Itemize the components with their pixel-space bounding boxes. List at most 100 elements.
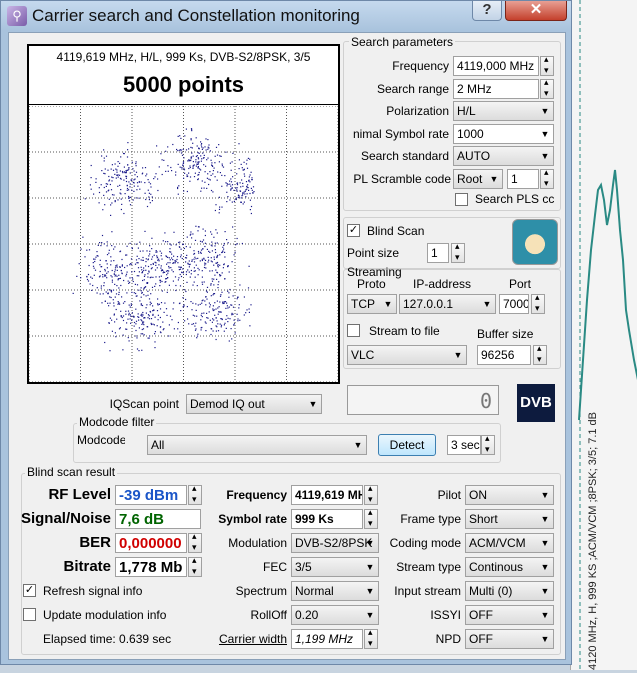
app-icon: ⚲	[7, 6, 27, 26]
input-stream-value: Multi (0)	[469, 584, 513, 598]
timeout-input[interactable]: 3 sec	[447, 435, 481, 455]
issyi-value: OFF	[469, 608, 493, 622]
fec-select[interactable]: 3/5 ▼	[291, 557, 379, 577]
port-input[interactable]: 7000	[499, 294, 529, 314]
background-status-text: 4120 MHz, H, 999 KS ;ACM/VCM ;8PSK; 3/5;…	[587, 411, 599, 670]
bitrate-spin[interactable]	[188, 555, 202, 577]
port-label: Port	[509, 277, 532, 291]
timeout-spin[interactable]	[481, 433, 495, 455]
points-count: 5000 points	[122, 72, 245, 97]
player-select[interactable]: VLC ▼	[347, 345, 467, 365]
port-spin[interactable]	[531, 292, 545, 314]
search-params-title: Search parameters	[349, 35, 456, 49]
frequency-spin[interactable]	[540, 54, 554, 76]
spectrum-value: Normal	[295, 584, 334, 598]
chevron-down-icon: ▼	[537, 125, 553, 143]
stream-type-value: Continous	[469, 560, 524, 574]
polarization-value: H/L	[457, 104, 476, 118]
bitrate-value: 1,778 Mb	[115, 557, 187, 577]
rf-level-label: RF Level	[48, 486, 111, 503]
update-modulation-checkbox[interactable]	[23, 608, 36, 621]
constellation-separator	[29, 104, 338, 105]
coding-mode-select[interactable]: ACM/VCM ▼	[465, 533, 554, 553]
modcode-filter-title: Modcode filter	[77, 415, 157, 429]
stream-to-file-label: Stream to file	[369, 324, 440, 338]
stream-to-file-checkbox[interactable]	[347, 324, 360, 337]
result-frequency-spin[interactable]	[364, 483, 378, 505]
title-bar[interactable]: ⚲ Carrier search and Constellation monit…	[1, 1, 571, 31]
refresh-signal-checkbox[interactable]: ✓	[23, 584, 36, 597]
frame-type-value: Short	[469, 512, 498, 526]
pl-code-input[interactable]: 1	[507, 169, 539, 189]
chevron-down-icon: ▼	[540, 634, 550, 644]
frequency-input[interactable]: 4119,000 MHz	[453, 56, 539, 76]
chevron-down-icon: ▼	[540, 106, 550, 116]
search-range-input[interactable]: 2 MHz	[453, 79, 539, 99]
chevron-down-icon: ▼	[482, 299, 492, 309]
carrier-width-spin[interactable]	[364, 627, 378, 649]
blind-scan-checkbox[interactable]: ✓	[347, 224, 360, 237]
coding-mode-value: ACM/VCM	[469, 536, 526, 550]
close-button[interactable]: ✕	[505, 1, 567, 21]
frequency-label: Frequency	[392, 59, 449, 73]
input-stream-select[interactable]: Multi (0) ▼	[465, 581, 554, 601]
constellation-points	[72, 128, 255, 352]
chevron-down-icon: ▼	[353, 440, 363, 450]
symbol-rate-result-spin[interactable]	[364, 507, 378, 529]
stream-type-select[interactable]: Continous ▼	[465, 557, 554, 577]
chevron-down-icon: ▼	[540, 538, 550, 548]
frame-type-select[interactable]: Short ▼	[465, 509, 554, 529]
iqscan-label: IQScan point	[109, 397, 179, 411]
constellation-display: 4119,619 MHz, H/L, 999 Ks, DVB-S2/8PSK, …	[27, 44, 340, 384]
modulation-value: DVB-S2/8PSK	[295, 536, 373, 550]
buffer-size-input[interactable]: 96256	[477, 345, 531, 365]
iqscan-value: Demod IQ out	[190, 397, 265, 411]
search-range-label: Search range	[376, 82, 449, 96]
pl-mode-select[interactable]: Root ▼	[453, 169, 503, 189]
chevron-down-icon: ▼	[489, 174, 499, 184]
issyi-select[interactable]: OFF ▼	[465, 605, 554, 625]
carrier-width-label: Carrier width	[218, 632, 287, 646]
detect-button[interactable]: Detect	[378, 434, 436, 456]
carrier-search-window: ⚲ Carrier search and Constellation monit…	[0, 0, 572, 665]
fec-value: 3/5	[295, 560, 312, 574]
dvb-logo: DVB	[517, 384, 555, 422]
stream-type-label: Stream type	[396, 560, 461, 574]
modulation-select[interactable]: DVB-S2/8PSK ▼	[291, 533, 379, 553]
iqscan-select[interactable]: Demod IQ out ▼	[186, 394, 322, 414]
ip-address-value: 127.0.0.1	[403, 297, 454, 311]
player-value: VLC	[351, 348, 375, 362]
chevron-down-icon: ▼	[540, 151, 550, 161]
ber-spin[interactable]	[188, 531, 202, 553]
chevron-down-icon: ▼	[540, 586, 550, 596]
pilot-select[interactable]: ON ▼	[465, 485, 554, 505]
proto-select[interactable]: TCP ▼	[347, 294, 397, 314]
search-pls-checkbox[interactable]	[455, 193, 468, 206]
search-standard-select[interactable]: AUTO ▼	[453, 146, 554, 166]
ber-value: 0,000000	[115, 533, 187, 553]
ip-address-select[interactable]: 127.0.0.1 ▼	[399, 294, 496, 314]
symbol-rate-select[interactable]: 1000 ▼	[453, 124, 554, 144]
search-range-spin[interactable]	[540, 77, 554, 99]
npd-select[interactable]: OFF ▼	[465, 629, 554, 649]
pl-code-spin[interactable]	[540, 167, 554, 189]
modcode-select[interactable]: All ▼	[147, 435, 367, 455]
rolloff-select[interactable]: 0.20 ▼	[291, 605, 379, 625]
symbol-rate-label: nimal Symbol rate	[352, 127, 449, 141]
rf-level-value: -39 dBm	[115, 485, 187, 505]
level-meter: 0	[347, 385, 499, 415]
rf-level-spin[interactable]	[188, 483, 202, 505]
chevron-down-icon: ▼	[540, 562, 550, 572]
symbol-rate-value: 1000	[457, 127, 484, 141]
coding-mode-label: Coding mode	[389, 536, 461, 550]
modulation-label: Modulation	[228, 536, 287, 550]
polarization-select[interactable]: H/L ▼	[453, 101, 554, 121]
spectrum-select[interactable]: Normal ▼	[291, 581, 379, 601]
point-size-input[interactable]: 1	[427, 243, 449, 263]
satellite-logo-icon[interactable]	[512, 219, 558, 265]
help-button[interactable]: ?	[472, 1, 502, 21]
point-size-spin[interactable]	[451, 241, 465, 263]
signal-noise-value: 7,6 dB	[115, 509, 201, 529]
buffer-size-spin[interactable]	[533, 343, 547, 365]
polarization-label: Polarization	[386, 104, 449, 118]
